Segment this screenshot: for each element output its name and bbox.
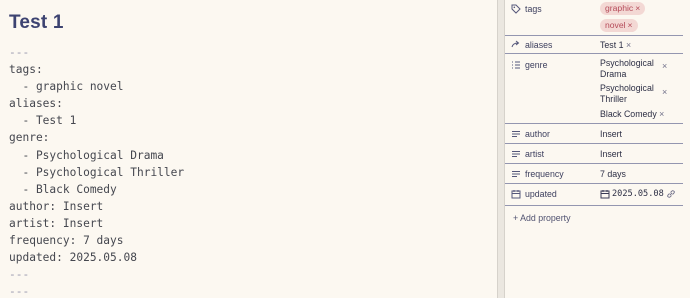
source-line: genre: — [9, 131, 50, 145]
remove-genre-icon[interactable]: × — [662, 87, 667, 97]
source-line: artist: Insert — [9, 216, 104, 230]
genre-item-line: Thriller — [600, 94, 627, 104]
source-line: frequency: 7 days — [9, 234, 124, 248]
add-property-button[interactable]: + Add property — [513, 213, 570, 223]
source-line: --- — [9, 285, 30, 298]
source-line: tags: — [9, 63, 43, 77]
date-picker-icon[interactable] — [600, 189, 610, 199]
genre-item[interactable]: Psychological Thriller — [600, 83, 654, 105]
source-line: updated: 2025.05.08 — [9, 251, 137, 265]
genre-item-line: Psychological — [600, 58, 654, 68]
author-value[interactable]: Insert — [600, 129, 622, 139]
property-row-tags[interactable]: tags graphic × novel × — [505, 0, 685, 36]
note-title[interactable]: Test 1 — [9, 12, 64, 34]
remove-alias-icon[interactable]: × — [626, 40, 631, 50]
property-name[interactable]: frequency — [525, 169, 564, 179]
property-name[interactable]: aliases — [525, 40, 552, 50]
source-line: - Psychological Thriller — [9, 165, 185, 179]
property-row-genre[interactable]: genre Psychological Drama × Psychological… — [505, 54, 685, 124]
list-icon — [511, 60, 521, 70]
tag-pill-label: graphic — [605, 3, 634, 13]
alias-value[interactable]: Test 1 × — [600, 40, 631, 50]
editor-pane[interactable]: Test 1 --- tags: - graphic novel aliases… — [0, 0, 497, 298]
scrollbar[interactable] — [683, 0, 690, 298]
remove-genre-icon[interactable]: × — [659, 109, 664, 119]
updated-date-input[interactable]: 2025.05.08 — [612, 189, 664, 199]
frequency-value[interactable]: 7 days — [600, 169, 626, 179]
property-row-author[interactable]: author Insert — [505, 124, 685, 144]
tag-pill[interactable]: novel × — [600, 19, 638, 32]
frontmatter-source[interactable]: --- tags: - graphic novel aliases: - Tes… — [9, 44, 184, 298]
link-icon[interactable] — [666, 189, 676, 199]
source-line: author: Insert — [9, 199, 104, 213]
artist-value[interactable]: Insert — [600, 149, 622, 159]
source-line: - Psychological Drama — [9, 148, 164, 162]
tag-pill-label: novel — [605, 20, 626, 30]
tag-pill[interactable]: graphic × — [600, 2, 646, 15]
properties-panel: tags graphic × novel × aliases Test 1 × ge… — [505, 0, 690, 298]
text-icon — [511, 149, 521, 159]
remove-genre-icon[interactable]: × — [662, 61, 667, 71]
genre-item[interactable]: Psychological Drama — [600, 58, 654, 80]
pane-resize-handle[interactable] — [497, 0, 505, 298]
tag-icon — [511, 4, 521, 14]
forward-arrow-icon — [511, 40, 521, 50]
source-line: aliases: — [9, 97, 63, 111]
property-row-aliases[interactable]: aliases Test 1 × — [505, 36, 685, 54]
source-line: --- — [9, 268, 30, 282]
alias-label: Test 1 — [600, 40, 624, 50]
property-name[interactable]: updated — [525, 189, 557, 199]
genre-item-line: Drama — [600, 69, 627, 79]
source-line: - Test 1 — [9, 114, 77, 128]
property-row-frequency[interactable]: frequency 7 days — [505, 164, 685, 184]
property-name[interactable]: artist — [525, 149, 544, 159]
genre-item-line: Black Comedy — [600, 109, 657, 119]
calendar-icon — [511, 189, 521, 199]
property-row-artist[interactable]: artist Insert — [505, 144, 685, 164]
source-line: --- — [9, 46, 30, 59]
remove-tag-icon[interactable]: × — [628, 20, 633, 30]
text-icon — [511, 129, 521, 139]
property-name[interactable]: genre — [525, 60, 548, 70]
property-name[interactable]: author — [525, 129, 550, 139]
source-line: - graphic novel — [9, 80, 124, 94]
genre-item[interactable]: Black Comedy × — [600, 109, 664, 120]
property-name[interactable]: tags — [525, 4, 542, 14]
property-row-updated[interactable]: updated 2025.05.08 — [505, 184, 685, 206]
remove-tag-icon[interactable]: × — [635, 3, 640, 13]
source-line: - Black Comedy — [9, 182, 117, 196]
genre-item-line: Psychological — [600, 83, 654, 93]
text-icon — [511, 169, 521, 179]
